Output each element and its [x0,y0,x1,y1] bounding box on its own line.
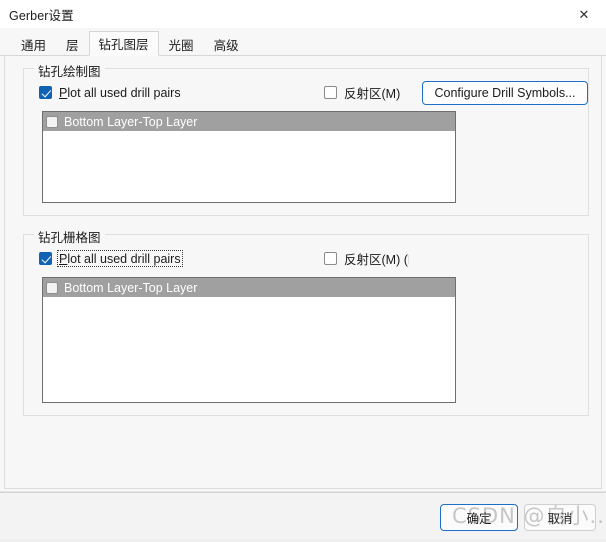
checkbox-box[interactable] [39,251,52,265]
ok-button[interactable]: 确定 [440,504,518,531]
tab-page-drill-layers: 钻孔绘制图 Plot all used drill pairs 反射区(M) C… [4,56,602,489]
dialog-footer: 确定 取消 CSDN @自小..多 [0,491,606,542]
checkbox-plot-all-drill-pairs-grid[interactable]: Plot all used drill pairs [39,249,183,267]
tab-drill-layers[interactable]: 钻孔图层 [88,31,159,56]
close-icon[interactable]: ✕ [562,0,606,28]
group-drill-drawing: 钻孔绘制图 Plot all used drill pairs 反射区(M) C… [23,61,589,216]
list-item-label: Bottom Layer-Top Layer [64,280,198,295]
gerber-setup-dialog: Gerber设置 ✕ 通用 层 钻孔图层 光圈 高级 钻孔绘制图 Plot al… [0,0,606,542]
checkbox-label: 反射区(M) [344,87,401,101]
group-drill-drawing-legend: 钻孔绘制图 [34,61,105,80]
list-item-label: Bottom Layer-Top Layer [64,114,198,129]
checkbox-box[interactable] [46,281,58,294]
drill-pairs-list-grid[interactable]: Bottom Layer-Top Layer [42,277,456,403]
checkbox-box[interactable] [46,115,58,128]
checkbox-mirror-drawing[interactable]: 反射区(M) [324,83,401,101]
list-item[interactable]: Bottom Layer-Top Layer [43,112,455,131]
list-item[interactable]: Bottom Layer-Top Layer [43,278,455,297]
title-bar: Gerber设置 ✕ [0,0,606,28]
configure-drill-symbols-button[interactable]: Configure Drill Symbols... [422,81,588,105]
tab-general[interactable]: 通用 [11,31,56,56]
drill-pairs-list-drawing[interactable]: Bottom Layer-Top Layer [42,111,456,203]
tab-advanced[interactable]: 高级 [204,31,249,56]
group-drill-grid-legend: 钻孔栅格图 [34,227,105,246]
checkbox-box[interactable] [324,251,337,265]
checkbox-box[interactable] [39,85,52,99]
label-rest: lot all used drill pairs [67,251,181,266]
tab-bar: 通用 层 钻孔图层 光圈 高级 [0,30,606,56]
checkbox-box[interactable] [324,85,337,99]
checkbox-mirror-grid[interactable]: 反射区(M) (M [324,249,409,267]
checkbox-label: Plot all used drill pairs [58,85,182,100]
label-rest: lot all used drill pairs [67,85,181,100]
cancel-button[interactable]: 取消 [524,504,596,531]
checkbox-plot-all-drill-pairs-drawing[interactable]: Plot all used drill pairs [39,83,182,101]
window-title: Gerber设置 [9,8,74,23]
group-drill-grid: 钻孔栅格图 Plot all used drill pairs 反射区(M) (… [23,227,589,416]
tab-layers[interactable]: 层 [56,31,89,56]
checkbox-label: Plot all used drill pairs [57,249,183,267]
tab-apertures[interactable]: 光圈 [159,31,204,56]
checkbox-label: 反射区(M) (M [344,253,409,267]
